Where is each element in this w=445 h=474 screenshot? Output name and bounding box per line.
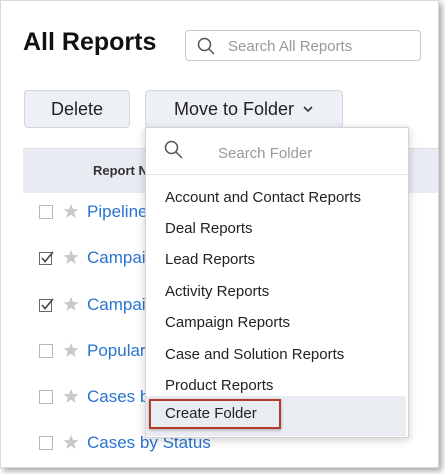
row-checkbox[interactable] (39, 344, 53, 358)
folder-item[interactable]: Activity Reports (146, 276, 406, 307)
star-icon[interactable] (63, 388, 79, 404)
search-icon (197, 37, 215, 55)
folder-item[interactable]: Campaign Reports (146, 307, 406, 338)
row-checkbox[interactable] (39, 205, 53, 219)
move-to-folder-label: Move to Folder (173, 98, 295, 119)
delete-button-label: Delete (50, 98, 104, 119)
create-folder-label: Create Folder (165, 405, 257, 422)
reports-window: All Reports Delete Move to Folder Report… (0, 0, 439, 468)
create-folder-item[interactable]: Create Folder (146, 396, 406, 436)
folder-item[interactable]: Deal Reports (146, 213, 406, 244)
search-reports-box[interactable] (185, 30, 421, 61)
delete-button[interactable]: Delete (24, 90, 130, 128)
chevron-down-icon (303, 106, 313, 113)
star-icon[interactable] (63, 434, 79, 450)
report-name-link[interactable]: Campai (87, 295, 146, 315)
folder-dropdown: Account and Contact ReportsDeal ReportsL… (145, 127, 409, 438)
folder-search-input[interactable] (216, 141, 400, 165)
star-icon[interactable] (63, 342, 79, 358)
report-name-link[interactable]: Pipeline (87, 202, 148, 222)
row-checkbox[interactable] (39, 436, 53, 450)
page-title: All Reports (23, 28, 157, 56)
move-to-folder-button[interactable]: Move to Folder (145, 90, 343, 128)
search-input[interactable] (226, 35, 415, 58)
folder-item[interactable]: Case and Solution Reports (146, 339, 406, 370)
row-checkbox[interactable] (39, 298, 54, 312)
report-name-link[interactable]: Popular (87, 341, 146, 361)
row-checkbox[interactable] (39, 251, 54, 265)
folder-item[interactable]: Account and Contact Reports (146, 182, 406, 213)
report-name-link[interactable]: Campai (87, 248, 146, 268)
folder-search-box[interactable] (146, 128, 408, 175)
star-icon[interactable] (63, 296, 79, 312)
folder-item[interactable]: Lead Reports (146, 244, 406, 275)
row-checkbox[interactable] (39, 390, 53, 404)
column-header-report-name[interactable]: Report N (93, 163, 148, 178)
star-icon[interactable] (63, 203, 79, 219)
search-icon (164, 140, 183, 159)
star-icon[interactable] (63, 249, 79, 265)
report-name-link[interactable]: Cases b (87, 387, 149, 407)
